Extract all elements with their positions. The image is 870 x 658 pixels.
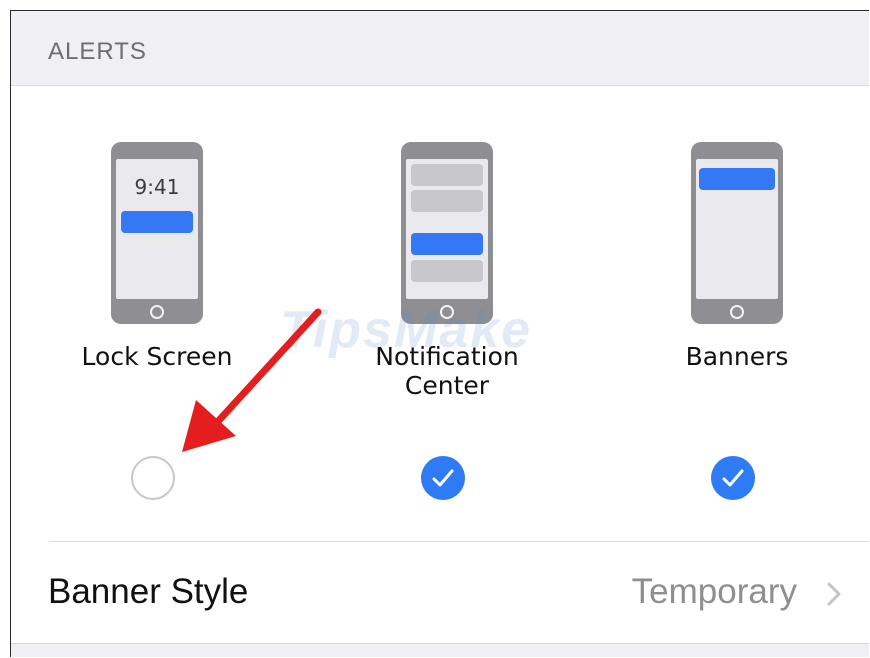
phone-screen — [406, 159, 488, 299]
preview-gray-notification — [411, 190, 483, 212]
alerts-card: 9:41 Lock Screen Notification Center Ban… — [11, 86, 869, 644]
chevron-right-icon — [827, 582, 841, 606]
preview-notification — [411, 233, 483, 255]
banners-checkmark[interactable] — [711, 456, 755, 500]
option-banners[interactable]: Banners — [627, 86, 847, 546]
checkmark-icon — [432, 469, 454, 487]
checkmark-icon — [722, 469, 744, 487]
banners-preview-icon — [691, 142, 783, 324]
lock-screen-radio[interactable] — [131, 456, 175, 500]
lock-screen-preview-icon: 9:41 — [111, 142, 203, 324]
preview-gray-notification — [411, 164, 483, 186]
home-button-icon — [150, 305, 164, 319]
alerts-section-title: ALERTS — [48, 38, 147, 65]
preview-notification — [121, 211, 193, 233]
notification-center-checkmark[interactable] — [421, 456, 465, 500]
preview-gray-notification — [411, 260, 483, 282]
preview-time: 9:41 — [134, 175, 180, 199]
watermark: TipsMake — [280, 301, 533, 359]
banner-style-label: Banner Style — [48, 572, 249, 611]
banner-style-value: Temporary — [631, 572, 797, 611]
option-lock-screen[interactable]: 9:41 Lock Screen — [47, 86, 267, 546]
notification-center-preview-icon — [401, 142, 493, 324]
preview-notification — [699, 168, 775, 190]
phone-screen: 9:41 — [116, 159, 198, 299]
option-label-banners: Banners — [685, 342, 789, 371]
phone-screen — [696, 159, 778, 299]
alerts-section-header: ALERTS — [11, 11, 869, 86]
option-label-lock-screen: Lock Screen — [81, 342, 233, 371]
home-button-icon — [730, 305, 744, 319]
banner-style-row[interactable]: Banner Style Temporary — [11, 542, 869, 643]
